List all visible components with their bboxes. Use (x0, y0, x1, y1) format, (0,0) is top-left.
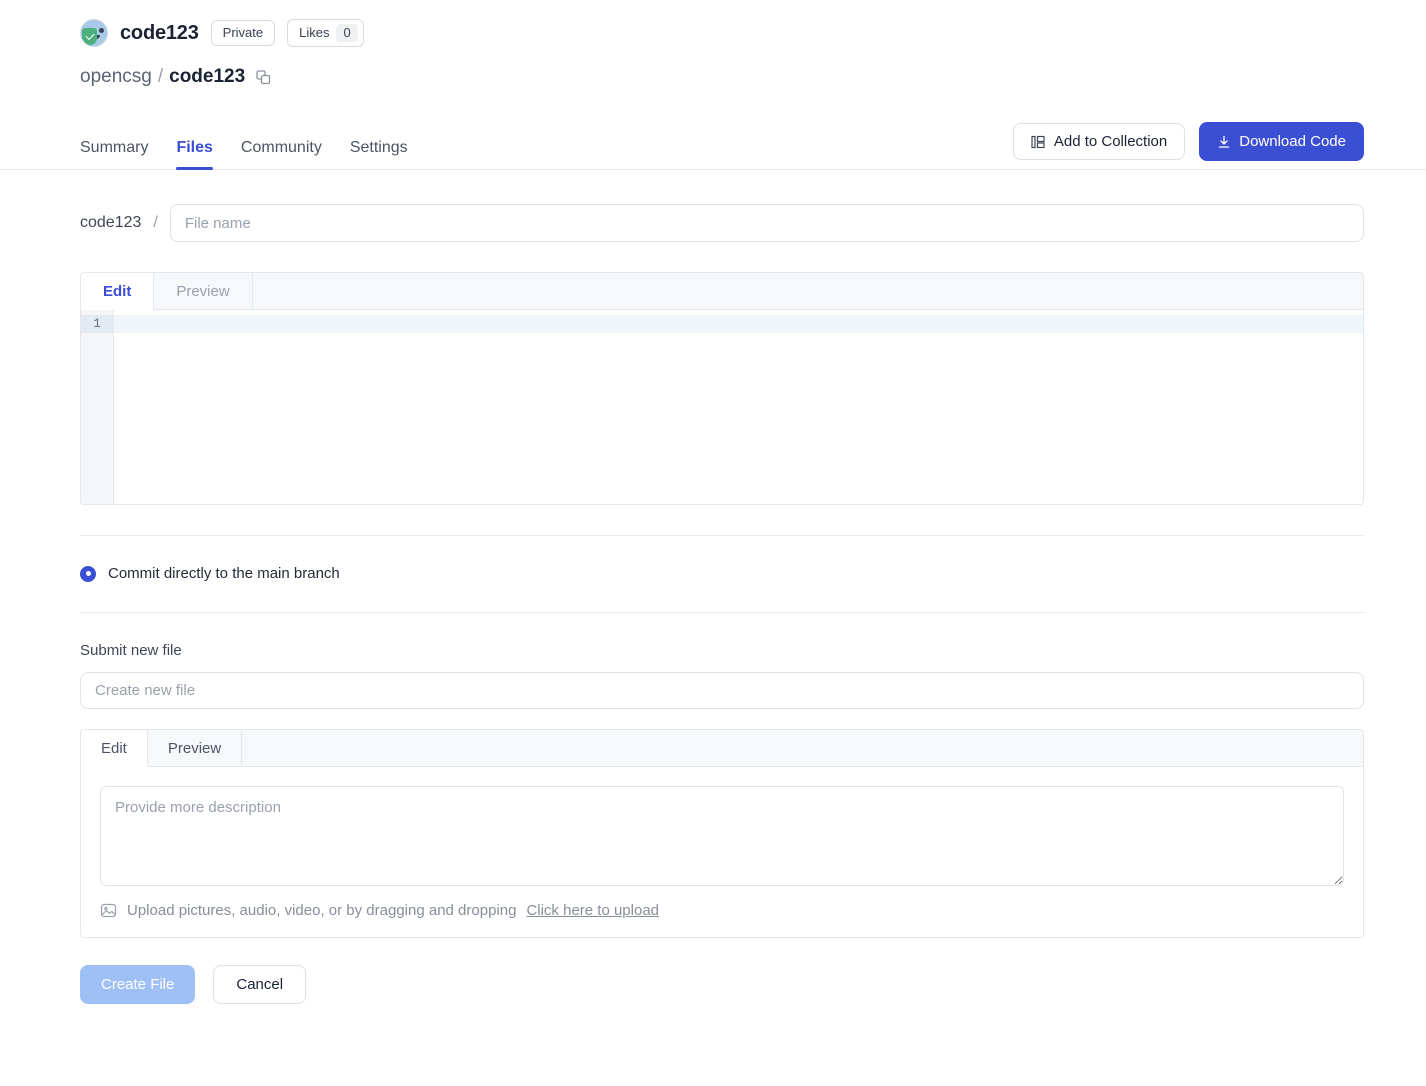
editor-body[interactable]: 1 (81, 310, 1363, 504)
breadcrumb-org[interactable]: opencsg (80, 66, 152, 88)
tab-settings[interactable]: Settings (336, 139, 422, 169)
code-area[interactable] (114, 310, 1363, 504)
breadcrumb: opencsg / code123 (0, 66, 1426, 88)
download-icon (1217, 135, 1231, 149)
description-textarea[interactable] (100, 786, 1344, 886)
repo-title-row: code123 Private Likes 0 (0, 16, 1426, 50)
owl-shield-avatar-icon (80, 19, 108, 47)
file-name-input[interactable] (170, 204, 1364, 242)
download-code-label: Download Code (1239, 133, 1346, 150)
path-prefix: code123 (80, 214, 141, 232)
visibility-badge: Private (211, 20, 275, 46)
editor-tab-edit[interactable]: Edit (81, 273, 154, 310)
commit-directly-radio[interactable] (80, 566, 96, 582)
add-to-collection-button[interactable]: Add to Collection (1013, 123, 1185, 160)
description-tab-preview[interactable]: Preview (148, 730, 242, 766)
file-path-row: code123 / (80, 204, 1364, 242)
upload-hint-text: Upload pictures, audio, video, or by dra… (127, 902, 516, 919)
copy-icon[interactable] (255, 69, 272, 86)
file-editor-card: Edit Preview 1 (80, 272, 1364, 505)
avatar-eye-right (99, 28, 104, 33)
main-content: code123 / Edit Preview 1 Commit directly… (0, 204, 1426, 1004)
commit-option-row[interactable]: Commit directly to the main branch (80, 536, 1364, 612)
likes-label: Likes (299, 25, 329, 41)
code-line-active[interactable] (114, 315, 1363, 333)
create-file-button[interactable]: Create File (80, 965, 195, 1004)
header-actions: Add to Collection Download Code (1013, 122, 1364, 169)
add-to-collection-label: Add to Collection (1054, 133, 1167, 150)
description-card: Edit Preview Upload pictures, audio, vid… (80, 729, 1364, 938)
line-number: 1 (81, 315, 113, 333)
editor-gutter: 1 (81, 310, 114, 504)
tab-community[interactable]: Community (227, 139, 336, 169)
breadcrumb-separator: / (158, 66, 163, 88)
description-tab-edit[interactable]: Edit (81, 730, 148, 767)
upload-hint-row: Upload pictures, audio, video, or by dra… (81, 886, 1363, 937)
divider-bottom (80, 612, 1364, 613)
collection-icon (1031, 135, 1046, 149)
cancel-button[interactable]: Cancel (213, 965, 306, 1004)
editor-tabs: Edit Preview (81, 273, 1363, 310)
image-icon (100, 902, 117, 919)
shield-check-icon (82, 28, 97, 45)
commit-directly-label: Commit directly to the main branch (108, 565, 340, 582)
form-actions: Create File Cancel (80, 965, 1364, 1004)
tab-files[interactable]: Files (162, 139, 226, 169)
submit-new-file-label: Submit new file (80, 642, 1364, 659)
likes-badge[interactable]: Likes 0 (287, 19, 364, 47)
repo-name: code123 (120, 22, 199, 45)
upload-link[interactable]: Click here to upload (526, 902, 659, 919)
commit-title-input[interactable] (80, 672, 1364, 709)
path-separator: / (153, 214, 157, 232)
description-tabs: Edit Preview (81, 730, 1363, 767)
editor-tab-preview[interactable]: Preview (154, 273, 252, 309)
nav-tabs: Summary Files Community Settings (80, 123, 422, 169)
description-body (81, 767, 1363, 886)
tab-summary[interactable]: Summary (80, 139, 162, 169)
breadcrumb-current[interactable]: code123 (169, 66, 245, 88)
repo-header: code123 Private Likes 0 opencsg / code12… (0, 0, 1426, 170)
tabs-bar: Summary Files Community Settings Add to … (0, 124, 1426, 170)
likes-count: 0 (336, 24, 357, 42)
download-code-button[interactable]: Download Code (1199, 122, 1364, 161)
